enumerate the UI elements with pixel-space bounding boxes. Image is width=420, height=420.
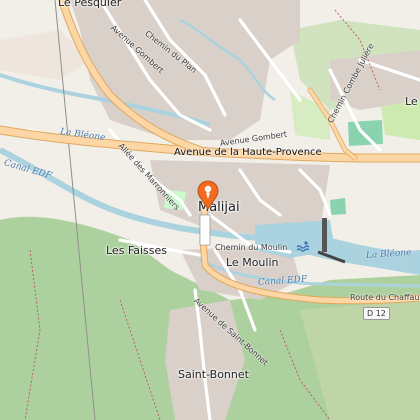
location-pin-icon[interactable]: [197, 180, 219, 210]
sports-field-east: [348, 120, 383, 146]
sports-field-small: [330, 198, 346, 215]
bridge: [199, 214, 211, 246]
place-label-le-moulin: Le Moulin: [226, 256, 279, 269]
map-canvas[interactable]: Le Pesquier Avenue Gombert Chemin du Pla…: [0, 0, 420, 420]
road-label-route-du-chaffaut: Route du Chaffaut: [350, 293, 420, 302]
dam: [322, 218, 327, 252]
swimming-icon: [296, 241, 310, 252]
place-label-le-pesquier: Le Pesquier: [58, 0, 122, 9]
place-label-saint-bonnet: Saint-Bonnet: [178, 368, 249, 381]
road-label-avenue-haute-provence: Avenue de la Haute-Provence: [174, 147, 322, 158]
place-label-le-right: Le: [405, 95, 418, 108]
place-label-les-faisses: Les Faisses: [106, 244, 168, 257]
road-shield-d12: D 12: [363, 307, 390, 320]
street-label-chemin-du-moulin: Chemin du Moulin: [215, 243, 288, 252]
